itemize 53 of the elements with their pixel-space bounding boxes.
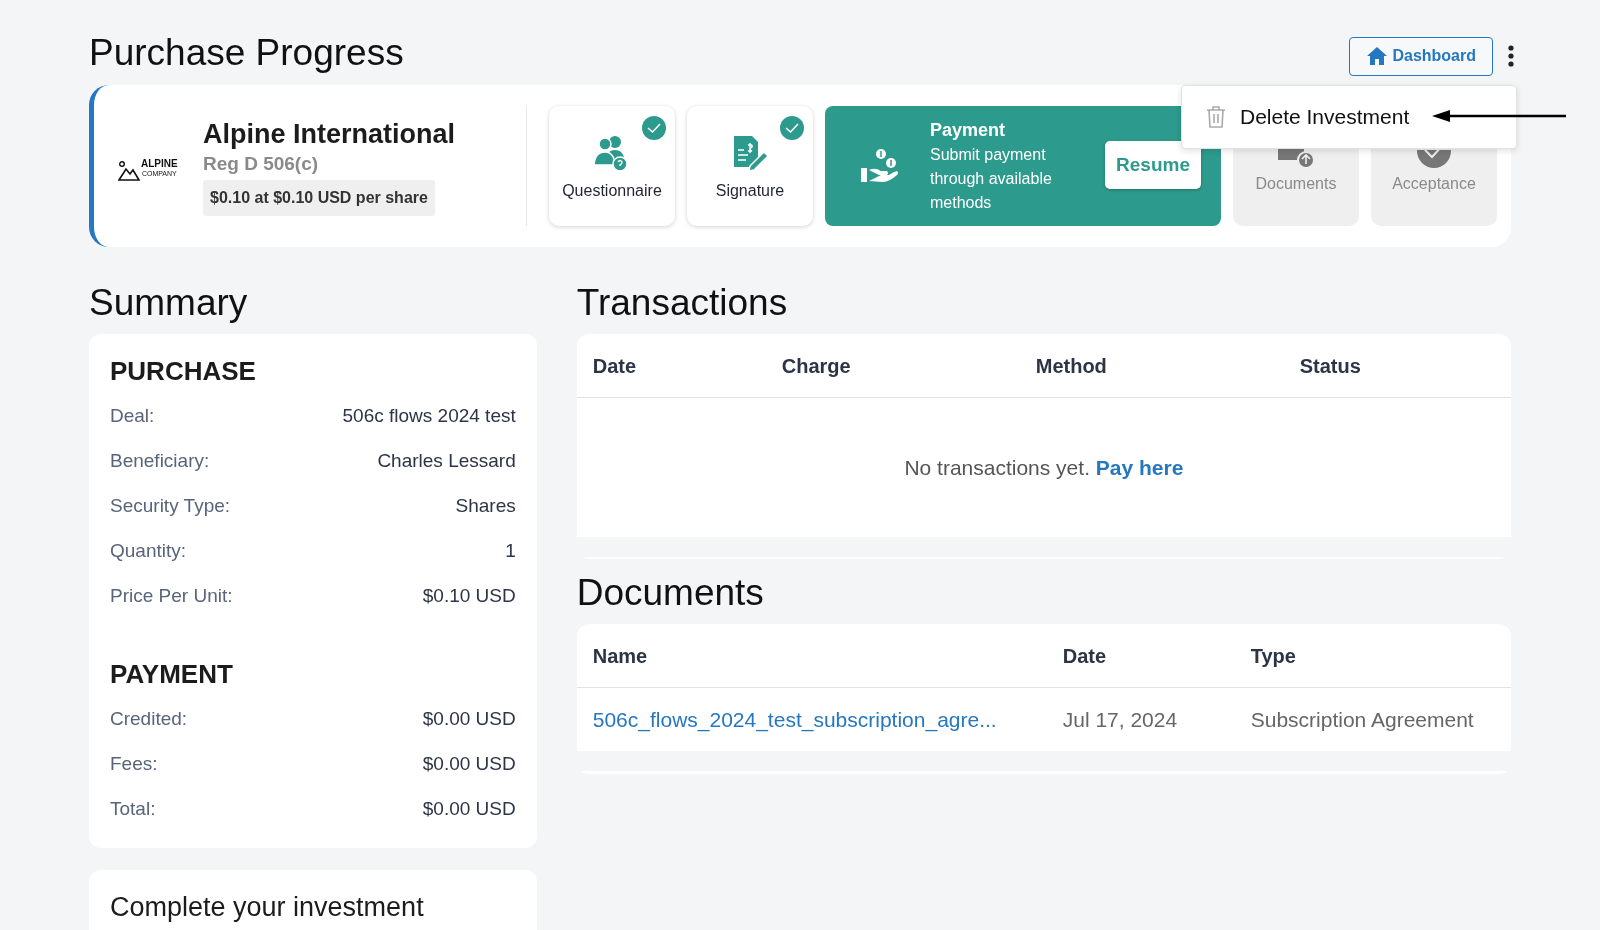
field-value: $0.00 USD xyxy=(422,797,516,822)
price-badge: $0.10 at $0.10 USD per share xyxy=(203,179,435,216)
trash-icon xyxy=(1206,105,1226,129)
home-icon xyxy=(1366,46,1389,66)
column-header: Charge xyxy=(781,353,851,379)
column-header: Type xyxy=(1250,643,1296,669)
section-title: Documents xyxy=(576,571,765,615)
field-value: Charles Lessard xyxy=(377,449,516,474)
column-header: Method xyxy=(1035,353,1107,379)
column-header: Name xyxy=(592,643,648,669)
step-card[interactable]: Questionnaire xyxy=(549,106,675,226)
step-label: Acceptance xyxy=(1392,174,1476,194)
field-label: Total: xyxy=(110,797,156,822)
resume-button[interactable]: Resume xyxy=(1105,141,1201,189)
empty-message: No transactions yet. Pay here xyxy=(904,454,1184,481)
section-title: Transactions xyxy=(576,281,789,325)
card-title: Complete your investment xyxy=(110,891,424,924)
field-label: Beneficiary: xyxy=(110,449,210,474)
mountain-icon xyxy=(118,161,140,181)
field-label: Quantity: xyxy=(110,539,187,564)
pay-here-link[interactable]: Pay here xyxy=(1095,455,1184,479)
field-value: Shares xyxy=(455,494,516,519)
table-cell-text: Subscription Agreement xyxy=(1250,706,1474,733)
step-card[interactable]: Signature xyxy=(687,106,813,226)
step-description: Submit payment through available methods xyxy=(930,145,1053,213)
field-value: $0.00 USD xyxy=(422,707,516,732)
field-value: $0.00 USD xyxy=(422,752,516,777)
table-cell-text: Jul 17, 2024 xyxy=(1062,706,1178,733)
more-options-icon[interactable] xyxy=(1507,45,1515,67)
dashboard-button[interactable]: Dashboard xyxy=(1349,36,1493,76)
step-label: Documents xyxy=(1255,174,1337,194)
section-title: Summary xyxy=(89,281,249,325)
field-value: 1 xyxy=(505,539,516,564)
summary-heading: PURCHASE xyxy=(110,355,257,388)
regulation-text: Reg D 506(c) xyxy=(203,151,320,176)
field-value: 506c flows 2024 test xyxy=(342,404,516,429)
logo-text: ALPINE xyxy=(141,159,178,169)
company-name: Alpine International xyxy=(203,117,457,151)
field-label: Credited: xyxy=(110,707,188,732)
column-header: Status xyxy=(1299,353,1361,379)
field-label: Price Per Unit: xyxy=(110,584,233,609)
summary-heading: PAYMENT xyxy=(110,658,234,691)
field-label: Fees: xyxy=(110,752,158,777)
step-title: Payment xyxy=(930,119,1007,142)
step-label: Signature xyxy=(715,181,785,201)
page-title: Purchase Progress xyxy=(89,33,404,71)
document-link[interactable]: 506c_flows_2024_test_subscription_agre... xyxy=(592,703,997,736)
field-label: Deal: xyxy=(110,404,155,429)
field-label: Security Type: xyxy=(110,494,231,519)
step-label: Questionnaire xyxy=(562,181,662,201)
column-header: Date xyxy=(1062,643,1107,669)
field-value: $0.10 USD xyxy=(422,584,516,609)
column-header: Date xyxy=(592,353,637,379)
